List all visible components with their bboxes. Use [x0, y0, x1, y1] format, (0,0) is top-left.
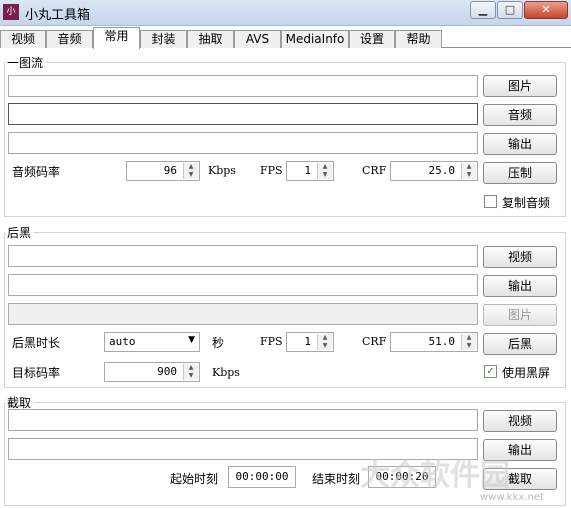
- tail-fps-stepper[interactable]: 1 ▲ ▼: [286, 332, 334, 352]
- target-bitrate-value: 900: [157, 365, 177, 378]
- tab-avs[interactable]: AVS: [234, 30, 281, 48]
- crf-label: CRF: [362, 164, 387, 177]
- tail-select-video-button[interactable]: 视频: [483, 246, 557, 268]
- spin-arrows-icon[interactable]: ▲ ▼: [461, 163, 476, 179]
- tail-kbps-unit-label: Kbps: [212, 366, 240, 379]
- use-black-label: 使用黑屏: [502, 366, 551, 380]
- select-image-button[interactable]: 图片: [483, 75, 557, 97]
- fps-stepper[interactable]: 1 ▲ ▼: [286, 161, 334, 181]
- tail-run-button[interactable]: 后黑: [483, 333, 557, 355]
- tab-common[interactable]: 常用: [93, 27, 140, 49]
- minimize-button[interactable]: ▁: [470, 1, 496, 19]
- tab-help[interactable]: 帮助: [395, 30, 442, 48]
- select-output-button[interactable]: 输出: [483, 133, 557, 155]
- tail-duration-label: 后黑时长: [12, 336, 61, 350]
- close-button[interactable]: ✕: [524, 1, 568, 19]
- crf-value: 25.0: [428, 164, 456, 177]
- sec-unit-label: 秒: [212, 336, 225, 350]
- audio-bitrate-label: 音频码率: [12, 165, 61, 179]
- kbps-unit-label: Kbps: [208, 164, 236, 177]
- app-icon: 小: [3, 4, 19, 20]
- copy-audio-checkbox[interactable]: [484, 195, 497, 208]
- clip-select-video-button[interactable]: 视频: [483, 410, 557, 432]
- tail-fps-value: 1: [304, 335, 311, 348]
- tail-video-path-field[interactable]: [8, 245, 478, 267]
- watermark-url: www.kkx.net: [480, 492, 544, 503]
- tail-duration-select[interactable]: auto ▼: [104, 332, 200, 352]
- tab-extract[interactable]: 抽取: [187, 30, 234, 48]
- encode-button[interactable]: 压制: [483, 162, 557, 184]
- tail-select-image-button[interactable]: 图片: [483, 304, 557, 326]
- start-time-input[interactable]: 00:00:00: [228, 466, 296, 488]
- tab-settings[interactable]: 设置: [349, 30, 395, 48]
- end-time-label: 结束时刻: [312, 472, 361, 486]
- spin-arrows-icon[interactable]: ▲ ▼: [461, 334, 476, 350]
- tab-video[interactable]: 视频: [0, 30, 46, 48]
- window-title: 小丸工具箱: [25, 8, 91, 23]
- maximize-button[interactable]: □: [497, 1, 523, 19]
- target-bitrate-label: 目标码率: [12, 366, 61, 380]
- spin-arrows-icon[interactable]: ▲ ▼: [317, 334, 332, 350]
- tail-image-path-field: [8, 303, 478, 325]
- crf-stepper[interactable]: 25.0 ▲ ▼: [390, 161, 478, 181]
- audio-bitrate-value: 96: [163, 164, 177, 177]
- one-image-group-label: 一图流: [5, 54, 46, 71]
- spin-arrows-icon[interactable]: ▲ ▼: [317, 163, 332, 179]
- use-black-checkbox[interactable]: ✓: [484, 365, 497, 378]
- spin-arrows-icon[interactable]: ▲ ▼: [183, 163, 198, 179]
- tail-crf-label: CRF: [362, 335, 387, 348]
- tail-duration-value: auto: [109, 335, 136, 348]
- tail-fps-label: FPS: [260, 335, 283, 348]
- spin-arrows-icon[interactable]: ▲ ▼: [183, 364, 198, 380]
- tab-mediainfo[interactable]: MediaInfo: [281, 30, 349, 48]
- tail-crf-value: 51.0: [428, 335, 456, 348]
- clip-video-path-field[interactable]: [8, 409, 478, 431]
- fps-value: 1: [304, 164, 311, 177]
- target-bitrate-stepper[interactable]: 900 ▲ ▼: [104, 362, 200, 382]
- black-tail-group-label: 后黑: [5, 224, 34, 241]
- fps-label: FPS: [260, 164, 283, 177]
- audio-bitrate-stepper[interactable]: 96 ▲ ▼: [126, 161, 200, 181]
- watermark-text: 大众软件园: [360, 458, 510, 493]
- tail-select-output-button[interactable]: 输出: [483, 275, 557, 297]
- tail-crf-stepper[interactable]: 51.0 ▲ ▼: [390, 332, 478, 352]
- chevron-down-icon[interactable]: ▼: [188, 335, 195, 345]
- image-path-field[interactable]: [8, 75, 478, 97]
- start-time-label: 起始时刻: [170, 472, 219, 486]
- tab-mux[interactable]: 封装: [140, 30, 187, 48]
- output-path-field[interactable]: [8, 132, 478, 154]
- tab-audio[interactable]: 音频: [46, 30, 93, 48]
- select-audio-button[interactable]: 音频: [483, 104, 557, 126]
- audio-path-field[interactable]: [8, 103, 478, 125]
- tail-output-path-field[interactable]: [8, 274, 478, 296]
- copy-audio-label: 复制音频: [502, 196, 551, 210]
